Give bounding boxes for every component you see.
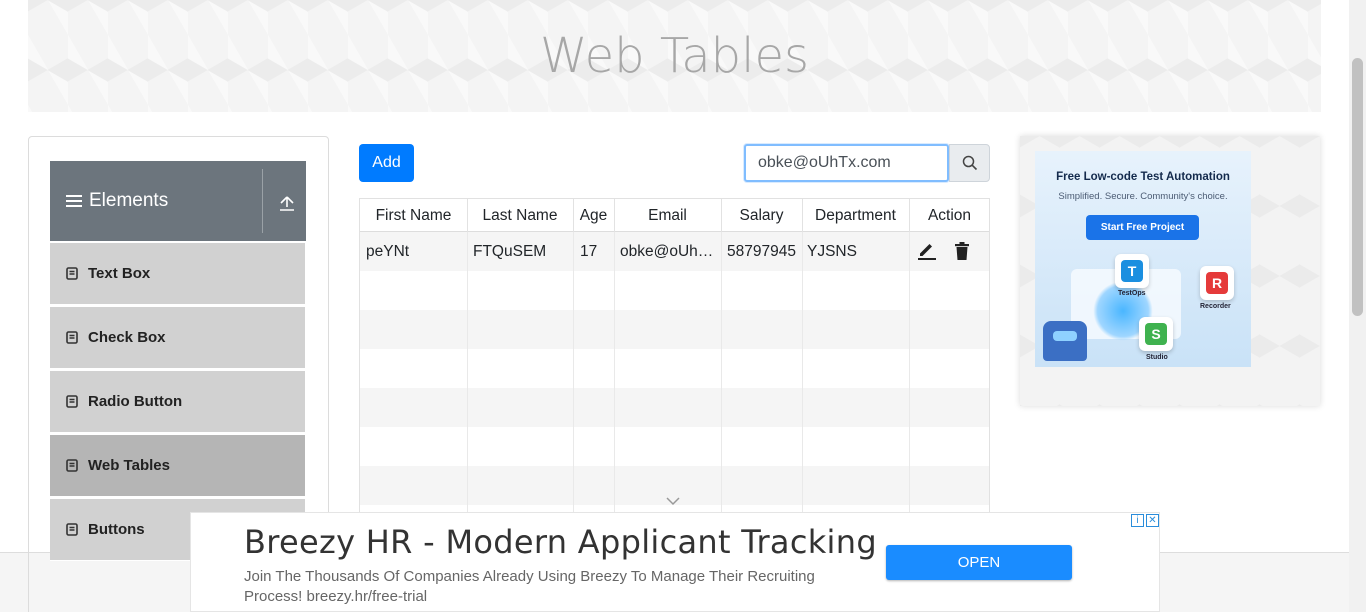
header-email[interactable]: Email: [614, 207, 721, 225]
ad-subline: Simplified. Secure. Community's choice.: [1058, 191, 1228, 202]
info-icon[interactable]: i: [1131, 514, 1144, 527]
elements-group-header[interactable]: Elements: [50, 161, 306, 241]
cell-first-name: peYNt: [366, 243, 410, 260]
ad-headline: Free Low-code Test Automation: [1056, 171, 1230, 183]
ad-card[interactable]: Free Low-code Test Automation Simplified…: [1035, 151, 1251, 367]
page-scrollbar[interactable]: [1349, 0, 1366, 612]
app-label-testops: TestOps: [1118, 290, 1146, 297]
header-first-name[interactable]: First Name: [360, 207, 467, 225]
column-divider: [467, 232, 468, 517]
menu-icon: [66, 194, 82, 208]
table-row: [360, 388, 989, 427]
sidebar-item-check-box[interactable]: Check Box: [50, 307, 305, 369]
adchoices[interactable]: i ✕: [1131, 514, 1159, 528]
ad-banner-bottom[interactable]: Breezy HR - Modern Applicant Tracking Jo…: [190, 512, 1160, 612]
sidebar-item-label: Buttons: [88, 521, 145, 538]
web-table: First Name Last Name Age Email Salary De…: [359, 198, 990, 518]
sidebar-item-radio-button[interactable]: Radio Button: [50, 371, 305, 433]
list-icon: [66, 395, 78, 408]
group-title: Elements: [66, 190, 168, 212]
list-icon: [66, 267, 78, 280]
column-divider: [614, 232, 615, 517]
add-button[interactable]: Add: [359, 144, 414, 182]
app-label-studio: Studio: [1146, 354, 1168, 361]
table-row: peYNt FTQuSEM 17 obke@oUh… 58797945 YJSN…: [360, 232, 989, 271]
table-row: [360, 310, 989, 349]
recorder-icon: R: [1200, 266, 1234, 300]
cell-age: 17: [580, 243, 598, 260]
edit-icon[interactable]: [917, 241, 937, 261]
studio-icon: S: [1139, 317, 1173, 351]
close-icon[interactable]: ✕: [1146, 514, 1159, 527]
group-title-label: Elements: [89, 190, 169, 211]
delete-icon[interactable]: [952, 241, 972, 261]
sidebar-item-label: Web Tables: [88, 457, 170, 474]
header-department[interactable]: Department: [802, 207, 909, 225]
list-icon: [66, 459, 78, 472]
header-action[interactable]: Action: [909, 207, 989, 225]
table-row: [360, 349, 989, 388]
ad-body: Join The Thousands Of Companies Already …: [244, 568, 815, 605]
page-title: Web Tables: [539, 28, 810, 84]
page-banner: Web Tables: [28, 0, 1321, 112]
column-divider: [802, 232, 803, 517]
testops-icon: T: [1115, 254, 1149, 288]
sidebar-item-web-tables[interactable]: Web Tables: [50, 435, 305, 497]
cell-email: obke@oUh…: [620, 243, 714, 260]
robot-icon: [1043, 321, 1087, 361]
app-label-recorder: Recorder: [1200, 303, 1231, 310]
search-input[interactable]: [744, 144, 949, 182]
table-row: [360, 271, 989, 310]
ad-open-button[interactable]: OPEN: [886, 545, 1072, 580]
sidebar-item-label: Text Box: [88, 265, 151, 282]
search-button[interactable]: [949, 144, 990, 182]
scrollbar-thumb[interactable]: [1352, 58, 1363, 316]
header-age[interactable]: Age: [573, 207, 614, 225]
header-last-name[interactable]: Last Name: [467, 207, 573, 225]
column-divider: [909, 232, 910, 517]
header-salary[interactable]: Salary: [721, 207, 802, 225]
cell-salary: 58797945: [727, 243, 796, 260]
list-icon: [66, 331, 78, 344]
collapse-icon[interactable]: [278, 194, 296, 212]
sidebar-item-text-box[interactable]: Text Box: [50, 243, 305, 305]
list-icon: [66, 523, 78, 536]
table-row: [360, 427, 989, 466]
search-icon: [962, 155, 977, 171]
sidebar-item-label: Radio Button: [88, 393, 183, 410]
header-divider: [262, 169, 263, 233]
chevron-down-icon[interactable]: [666, 496, 680, 506]
sidebar-item-label: Check Box: [88, 329, 166, 346]
cell-last-name: FTQuSEM: [473, 243, 547, 260]
column-divider: [721, 232, 722, 517]
ad-banner-right[interactable]: Free Low-code Test Automation Simplified…: [1020, 136, 1320, 406]
ad-cta-button[interactable]: Start Free Project: [1086, 215, 1199, 240]
robot-visor: [1053, 331, 1077, 341]
column-divider: [573, 232, 574, 517]
table-header: First Name Last Name Age Email Salary De…: [360, 199, 989, 232]
cell-department: YJSNS: [807, 243, 857, 260]
ad-headline: Breezy HR - Modern Applicant Tracking: [244, 523, 877, 561]
